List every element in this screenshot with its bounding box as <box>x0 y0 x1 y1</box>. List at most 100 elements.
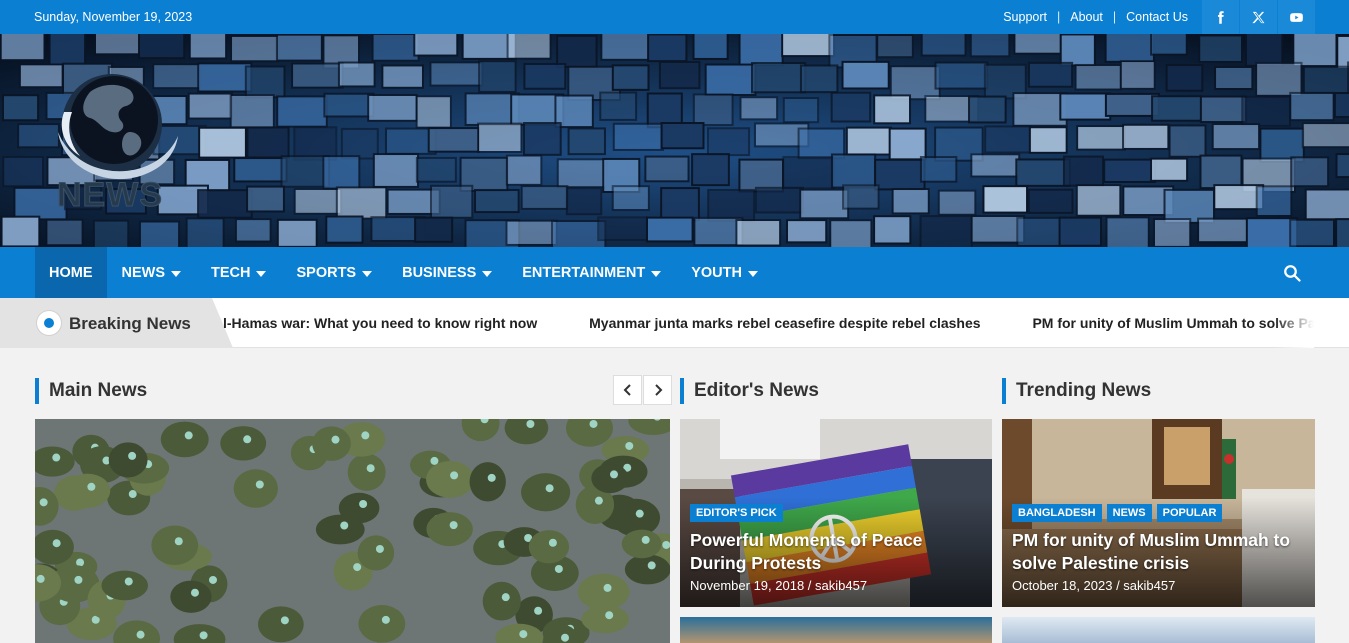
banner-screen-tile <box>1 94 40 122</box>
nav-item-sports[interactable]: SPORTS <box>281 247 387 298</box>
banner-screen-tile <box>48 34 87 67</box>
category-tag[interactable]: EDITOR'S PICK <box>690 504 783 522</box>
face-mask-shape <box>124 577 133 586</box>
banner-screen-tile <box>556 158 608 189</box>
banner-screen-tile <box>92 219 130 247</box>
editors-card-meta: November 19, 2018 / sakib457 <box>690 578 868 593</box>
banner-screen-tile <box>372 153 420 188</box>
face-mask-shape <box>501 593 510 602</box>
face-mask-shape <box>594 496 603 505</box>
banner-screen-tile <box>293 187 343 215</box>
banner-screen-tile <box>325 215 364 244</box>
banner-screen-tile <box>1255 185 1293 217</box>
soldier-shape <box>426 512 473 547</box>
banner-screen-tile <box>644 155 690 183</box>
soldier-shape <box>577 573 630 611</box>
trending-card-title[interactable]: PM for unity of Muslim Ummah to solve Pa… <box>1012 529 1305 575</box>
youtube-icon[interactable] <box>1277 0 1315 34</box>
face-mask-shape <box>381 615 390 624</box>
banner-screen-tile <box>1119 60 1156 90</box>
face-mask-shape <box>430 456 439 465</box>
nav-item-news[interactable]: NEWS <box>107 247 197 298</box>
trending-news-card[interactable]: BANGLADESH NEWS POPULAR PM for unity of … <box>1002 419 1315 607</box>
face-mask-shape <box>280 616 289 625</box>
soldier-shape <box>315 514 365 545</box>
trending-next-card[interactable] <box>1002 617 1315 643</box>
slider-next-button[interactable] <box>643 375 672 405</box>
face-mask-shape <box>641 535 650 544</box>
banner-screen-tile <box>1074 63 1122 91</box>
category-tag[interactable]: POPULAR <box>1156 504 1223 522</box>
banner-screen-tile <box>738 158 784 193</box>
soldier-shape <box>469 462 506 502</box>
x-twitter-icon[interactable] <box>1239 0 1277 34</box>
search-icon[interactable] <box>1283 264 1301 282</box>
nav-item-label: HOME <box>49 264 93 281</box>
editors-news-card[interactable]: EDITOR'S PICK Powerful Moments of Peace … <box>680 419 992 607</box>
soldier-shape <box>591 463 629 494</box>
banner-screen-tile <box>505 154 543 186</box>
support-link[interactable]: Support <box>1003 10 1047 24</box>
face-mask-shape <box>625 441 634 450</box>
banner-screen-tile <box>1289 91 1335 122</box>
category-tag[interactable]: NEWS <box>1106 504 1152 522</box>
ticker-item[interactable]: l-Hamas war: What you need to know right… <box>223 315 537 331</box>
banner-screen-tile <box>970 153 1021 178</box>
category-tag[interactable]: BANGLADESH <box>1012 504 1102 522</box>
banner-screen-tile <box>1062 155 1104 187</box>
banner-screen-tile <box>233 157 288 183</box>
soldier-shape <box>101 570 148 601</box>
editors-next-card[interactable] <box>680 617 992 643</box>
banner-screen-tile <box>1199 154 1243 190</box>
nav-item-tech[interactable]: TECH <box>196 247 281 298</box>
banner-screen-tile <box>1103 158 1157 183</box>
banner-screen-tile <box>842 184 880 210</box>
banner-screen-tile <box>691 153 730 187</box>
banner-screen-tile <box>276 218 318 247</box>
breaking-news-bar: Breaking News l-Hamas war: What you need… <box>0 298 1349 348</box>
banner-screen-tile <box>429 61 484 87</box>
nav-item-label: ENTERTAINMENT <box>522 264 646 281</box>
banner-screen-tile <box>873 215 912 245</box>
editors-card-title[interactable]: Powerful Moments of Peace During Protest… <box>690 529 982 575</box>
about-link[interactable]: About <box>1070 10 1103 24</box>
slider-prev-button[interactable] <box>613 375 642 405</box>
nav-item-home[interactable]: HOME <box>35 247 107 298</box>
top-bar: Sunday, November 19, 2023 Support | Abou… <box>0 0 1349 34</box>
chevron-down-icon <box>482 270 493 277</box>
soldier-shape <box>160 421 209 458</box>
ticker-item[interactable]: PM for unity of Muslim Ummah to solve Pa… <box>1032 315 1314 331</box>
banner-screen-tile <box>1059 92 1112 121</box>
face-mask-shape <box>635 509 644 518</box>
face-mask-shape <box>243 435 252 444</box>
facebook-icon[interactable] <box>1201 0 1239 34</box>
banner-screen-tile <box>197 62 253 93</box>
face-mask-shape <box>340 521 349 530</box>
banner-screen-tile <box>1168 124 1207 158</box>
banner-screen-tile <box>830 153 877 189</box>
nav-item-entertainment[interactable]: ENTERTAINMENT <box>507 247 676 298</box>
banner-screen-tile <box>889 65 941 101</box>
banner-screen-tile <box>1105 216 1150 247</box>
banner-screen-tile <box>829 219 873 247</box>
face-mask-shape <box>359 500 368 509</box>
banner-screen-tile <box>1013 34 1062 55</box>
banner-screen-tile <box>1199 95 1248 124</box>
banner-screen-tile <box>599 91 638 121</box>
face-mask-shape <box>74 575 83 584</box>
banner-screen-tile <box>523 122 562 156</box>
ticker-item[interactable]: Myanmar junta marks rebel ceasefire desp… <box>589 315 980 331</box>
editors-news-title: Editor's News <box>680 378 819 404</box>
banner-screen-tile <box>246 126 290 159</box>
nav-item-youth[interactable]: YOUTH <box>676 247 773 298</box>
banner-screen-tile <box>1028 126 1068 154</box>
banner-screen-tile <box>984 125 1032 154</box>
banner-screen-tile <box>660 187 700 222</box>
main-news-image[interactable] <box>35 419 670 643</box>
face-mask-shape <box>52 453 61 462</box>
banner-screen-tile <box>1214 65 1254 91</box>
nav-item-business[interactable]: BUSINESS <box>387 247 507 298</box>
soldier-shape <box>64 473 111 508</box>
soldier-shape <box>170 580 212 613</box>
contact-us-link[interactable]: Contact Us <box>1126 10 1188 24</box>
